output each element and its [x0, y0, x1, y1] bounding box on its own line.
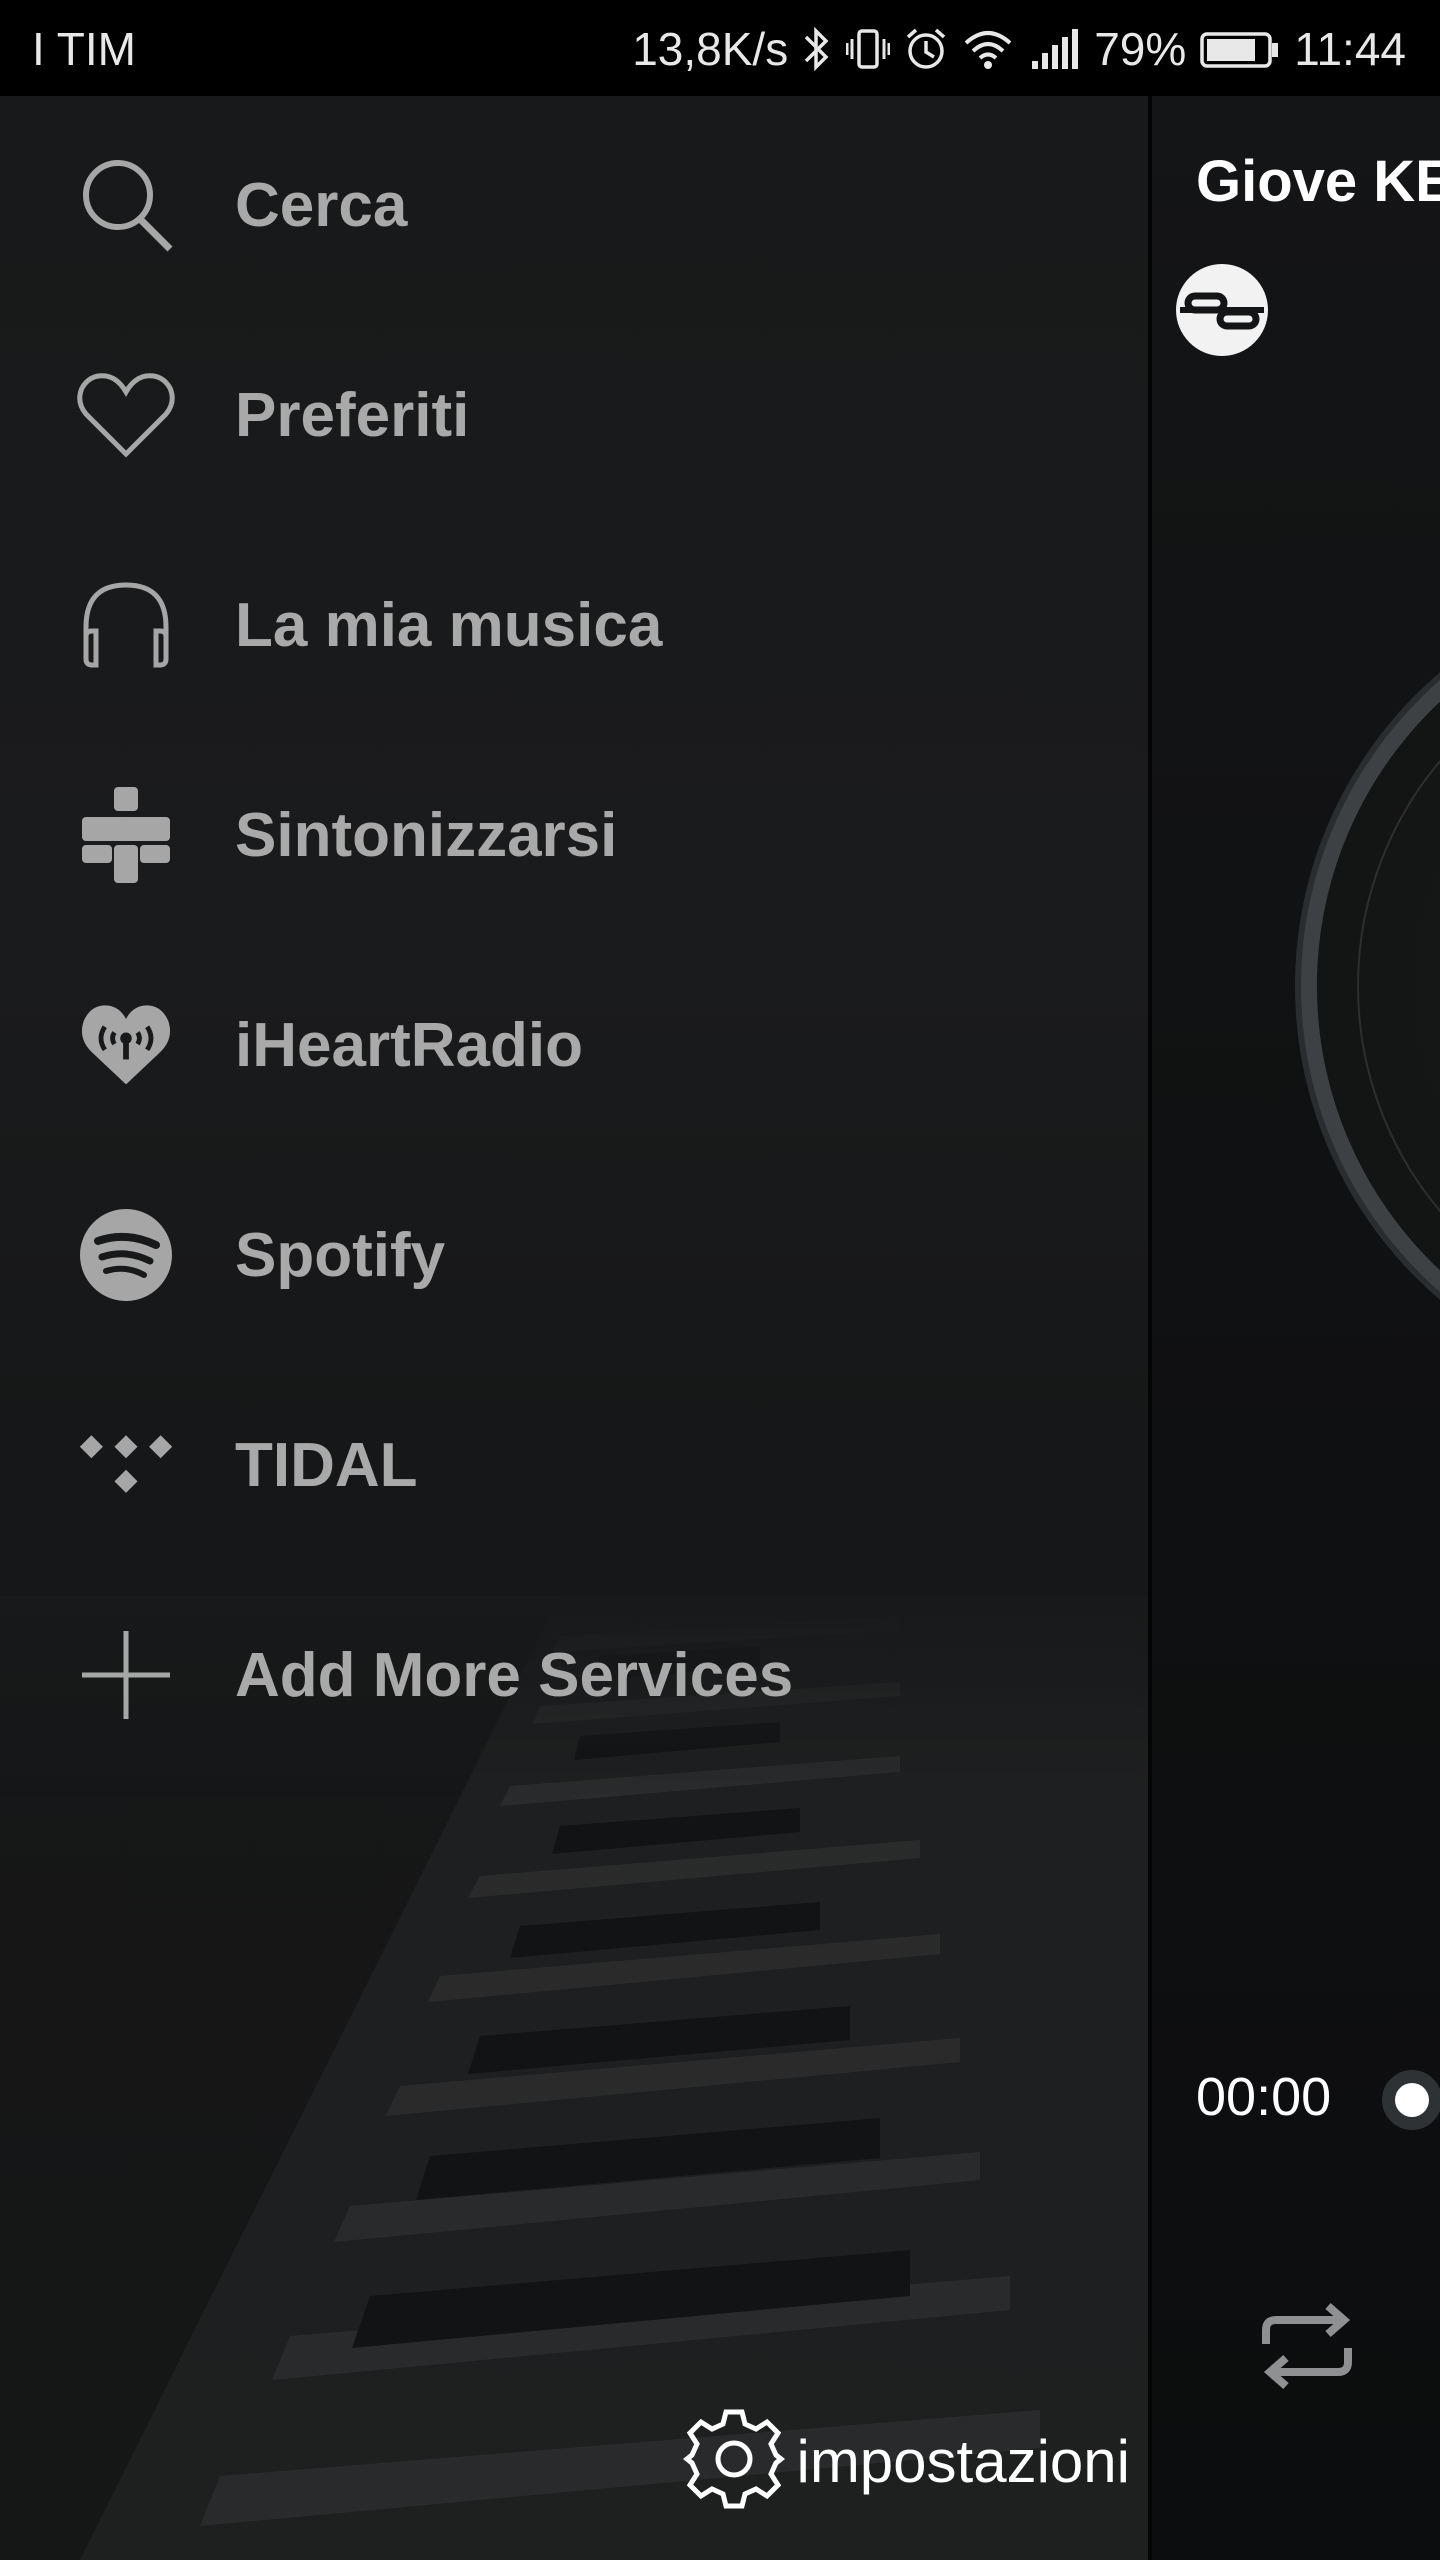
- settings-button[interactable]: impostazioni: [681, 2406, 1131, 2517]
- status-icons: 13,8K/s 79% 11:44: [632, 22, 1406, 76]
- carrier-name: I TIM: [32, 23, 136, 75]
- menu-label: Spotify: [235, 1220, 446, 1290]
- menu-label: iHeartRadio: [235, 1010, 583, 1080]
- menu-label: La mia musica: [235, 590, 663, 660]
- plus-icon: [76, 1625, 176, 1725]
- alarm-icon: [904, 23, 948, 75]
- tunein-icon: [76, 785, 176, 885]
- search-icon: [76, 155, 176, 255]
- spotify-icon: [76, 1205, 176, 1305]
- menu-label: Cerca: [235, 170, 408, 240]
- battery-icon: [1200, 23, 1280, 75]
- battery-percent: 79%: [1094, 23, 1187, 75]
- menu-item-sintonizzarsi[interactable]: Sintonizzarsi: [0, 760, 1100, 910]
- now-playing-panel: Giove KE 00:00: [1152, 96, 1440, 2560]
- menu-item-preferiti[interactable]: Preferiti: [0, 340, 1100, 490]
- menu-item-add-more-services[interactable]: Add More Services: [0, 1600, 1100, 1750]
- link-icon[interactable]: [1174, 262, 1270, 363]
- menu-item-tidal[interactable]: TIDAL: [0, 1390, 1100, 1540]
- signal-icon: [1028, 23, 1080, 75]
- gear-icon: [681, 2406, 787, 2517]
- menu-item-cerca[interactable]: Cerca: [0, 130, 1100, 280]
- network-speed: 13,8K/s: [632, 23, 789, 75]
- wifi-icon: [962, 23, 1014, 75]
- settings-label: impostazioni: [796, 2428, 1131, 2495]
- album-art-disc: [1317, 596, 1440, 1376]
- menu-item-spotify[interactable]: Spotify: [0, 1180, 1100, 1330]
- status-bar: I TIM 13,8K/s 79% 11:44: [0, 0, 1440, 96]
- vibrate-icon: [846, 23, 891, 75]
- iheartradio-icon: [76, 995, 176, 1095]
- tidal-icon: [76, 1415, 176, 1515]
- station-title[interactable]: Giove KE: [1196, 148, 1440, 215]
- clock: 11:44: [1294, 23, 1406, 75]
- menu-item-la-mia-musica[interactable]: La mia musica: [0, 550, 1100, 700]
- repeat-icon[interactable]: [1252, 2296, 1362, 2401]
- menu-label: Preferiti: [235, 380, 470, 450]
- menu-label: TIDAL: [235, 1430, 418, 1500]
- navigation-drawer: Cerca Preferiti La mia musica Sintonizza…: [0, 96, 1152, 2560]
- heart-icon: [76, 365, 176, 465]
- menu-item-iheartradio[interactable]: iHeartRadio: [0, 970, 1100, 1120]
- progress-slider-knob[interactable]: [1382, 2070, 1440, 2130]
- menu-label: Add More Services: [235, 1640, 794, 1710]
- bluetooth-icon: [802, 23, 832, 75]
- menu-label: Sintonizzarsi: [235, 800, 618, 870]
- headphones-icon: [76, 575, 176, 675]
- elapsed-time: 00:00: [1196, 2067, 1332, 2127]
